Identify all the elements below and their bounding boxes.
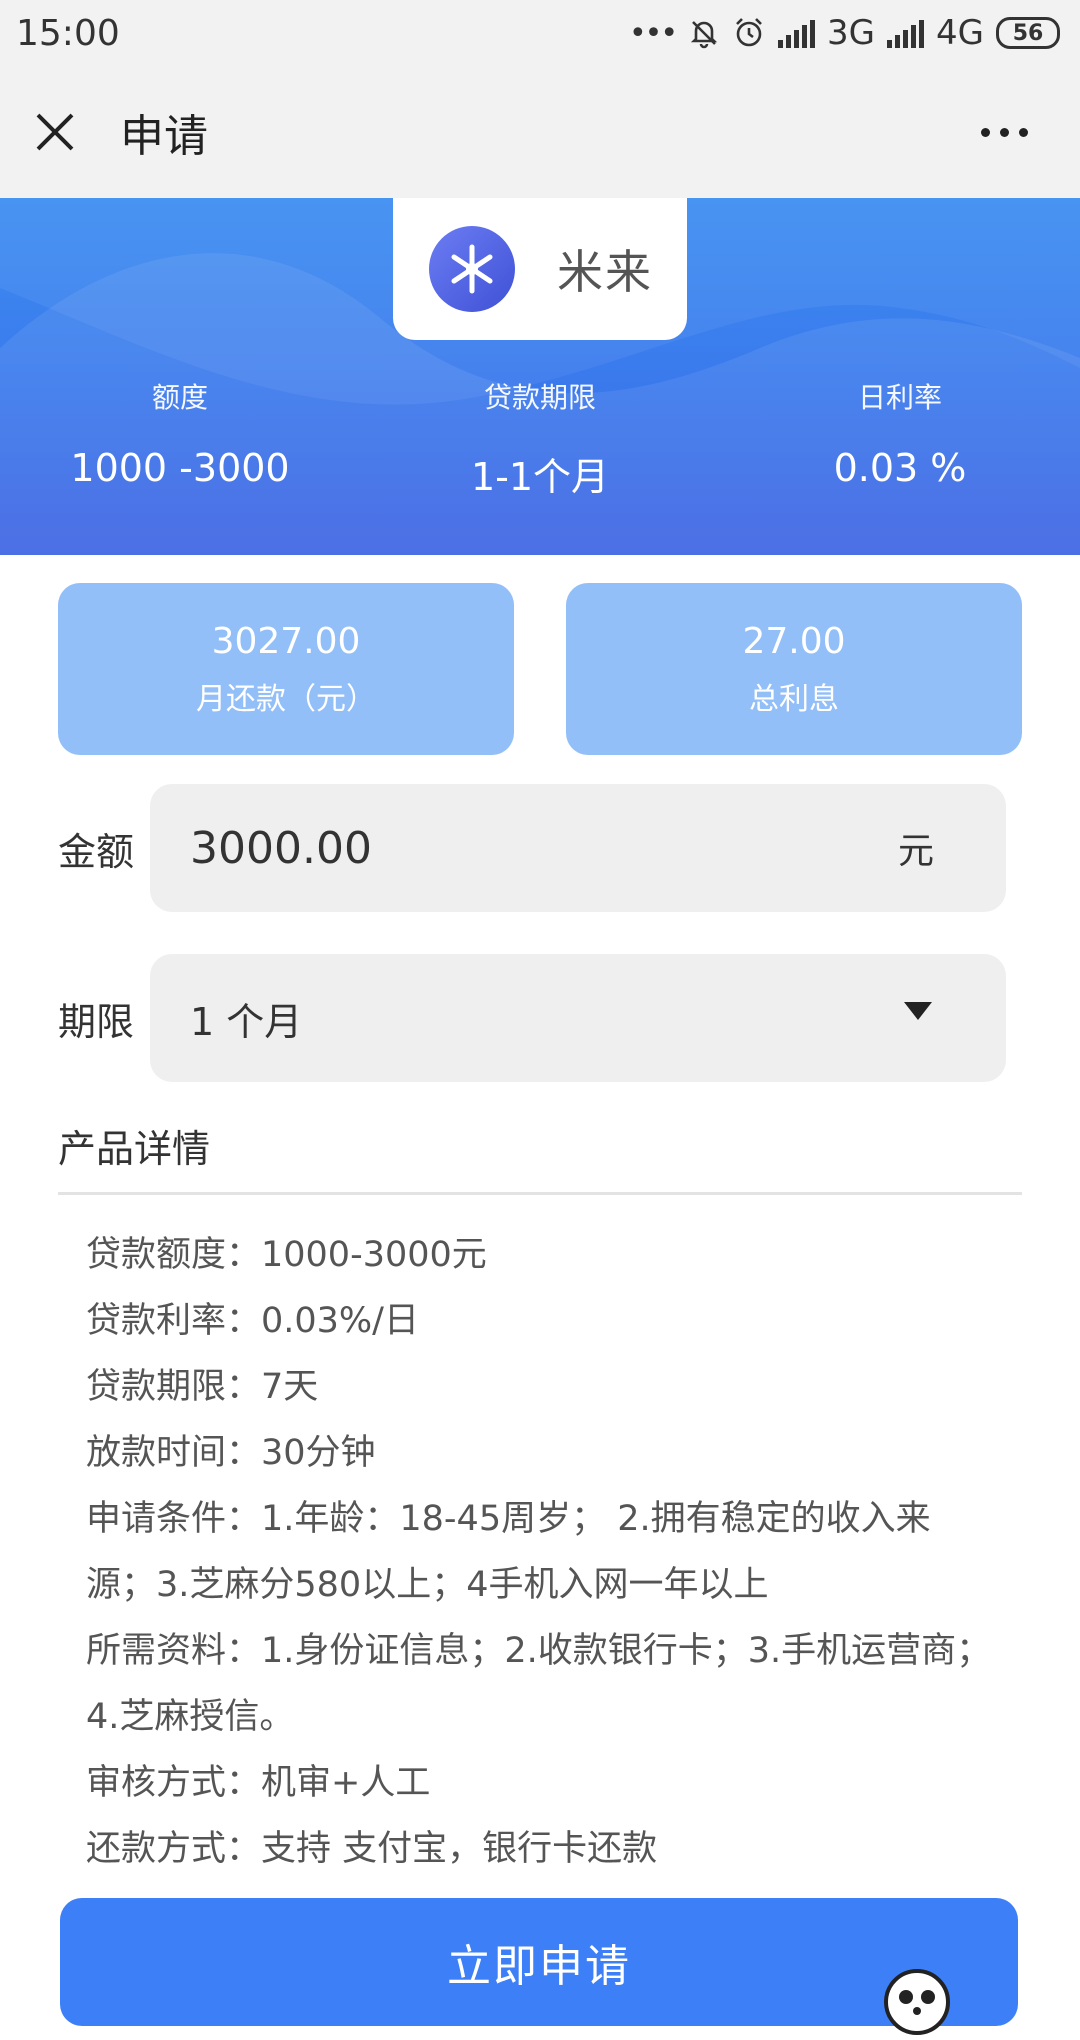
- stat-label: 日利率: [857, 381, 942, 414]
- more-button[interactable]: [981, 127, 1028, 137]
- apply-button[interactable]: 立即申请: [60, 1898, 1018, 2026]
- page-title: 申请: [120, 111, 208, 162]
- panda-icon: [884, 1969, 950, 2035]
- stat-daily-rate: 日利率 0.03 %: [720, 376, 1080, 501]
- battery-icon: 56: [996, 17, 1060, 49]
- divider: [58, 1192, 1022, 1195]
- summary-cards: 3027.00 月还款（元） 27.00 总利息: [58, 583, 1022, 755]
- nav-bar: 申请: [0, 66, 1080, 198]
- status-bar: 15:00 ••• 3G 4G 56: [0, 0, 1080, 66]
- loan-stats: 额度 1000 -3000 贷款期限 1-1个月 日利率 0.03 %: [0, 376, 1080, 501]
- brand-name: 米来: [557, 245, 653, 299]
- detail-line: 贷款额度：1000-3000元: [86, 1235, 487, 1275]
- more-dots-icon: •••: [628, 15, 678, 51]
- signal-icon: [778, 18, 816, 48]
- signal-icon: [887, 18, 925, 48]
- detail-line: 放款时间：30分钟: [86, 1433, 376, 1473]
- term-row: 期限 1 个月: [58, 954, 1006, 1082]
- wheat-logo-icon: [429, 226, 515, 312]
- more-icon: [981, 127, 990, 137]
- section-title: 产品详情: [58, 1127, 211, 1171]
- monthly-repayment-card: 3027.00 月还款（元）: [58, 583, 514, 755]
- card-label: 月还款（元）: [196, 681, 376, 717]
- detail-line: 所需资料：1.身份证信息；2.收款银行卡；3.手机运营商；4.芝麻授信。: [86, 1631, 992, 1737]
- card-value: 27.00: [742, 620, 846, 662]
- stat-value: 0.03 %: [833, 446, 967, 490]
- hero-banner: 米来 额度 1000 -3000 贷款期限 1-1个月 日利率 0.03 %: [0, 198, 1080, 555]
- amount-field[interactable]: 3000.00 元: [150, 784, 1006, 912]
- amount-row: 金额 3000.00 元: [58, 784, 1006, 912]
- detail-line: 还款方式：支持 支付宝，银行卡还款: [86, 1829, 658, 1869]
- brand-card: 米来: [393, 198, 687, 340]
- detail-line: 贷款期限：7天: [86, 1367, 319, 1407]
- close-button[interactable]: [30, 107, 80, 157]
- stat-term: 贷款期限 1-1个月: [360, 376, 720, 501]
- network-3g: 3G: [827, 13, 876, 53]
- term-label: 期限: [58, 999, 135, 1044]
- network-4g: 4G: [936, 13, 984, 53]
- card-label: 总利息: [749, 681, 839, 717]
- chevron-down-icon: [904, 1002, 932, 1020]
- mute-bell-icon: [690, 21, 718, 49]
- status-time: 15:00: [16, 12, 120, 54]
- battery-level: 56: [1012, 20, 1044, 46]
- card-value: 3027.00: [211, 620, 361, 662]
- stat-value: 1-1个月: [470, 455, 610, 499]
- stat-value: 1000 -3000: [70, 446, 290, 490]
- total-interest-card: 27.00 总利息: [566, 583, 1022, 755]
- term-select[interactable]: 1 个月: [150, 954, 1006, 1082]
- stat-label: 额度: [151, 381, 208, 414]
- detail-line: 审核方式：机审+人工: [86, 1763, 431, 1803]
- term-value: 1 个月: [190, 999, 303, 1044]
- watermark-logo: [884, 1968, 1074, 2036]
- amount-label: 金额: [58, 829, 135, 874]
- close-icon: [36, 113, 74, 151]
- product-details: 贷款额度：1000-3000元 贷款利率：0.03%/日 贷款期限：7天 放款时…: [86, 1222, 996, 1882]
- stat-label: 贷款期限: [483, 381, 596, 414]
- detail-line: 贷款利率：0.03%/日: [86, 1301, 419, 1341]
- detail-line: 申请条件：1.年龄：18-45周岁； 2.拥有稳定的收入来源；3.芝麻分580以…: [86, 1499, 931, 1605]
- amount-input[interactable]: 3000.00: [190, 823, 898, 874]
- stat-limit: 额度 1000 -3000: [0, 376, 360, 501]
- amount-unit: 元: [897, 831, 934, 872]
- alarm-icon: [736, 18, 762, 47]
- status-icons: ••• 3G 4G 56: [629, 13, 1060, 53]
